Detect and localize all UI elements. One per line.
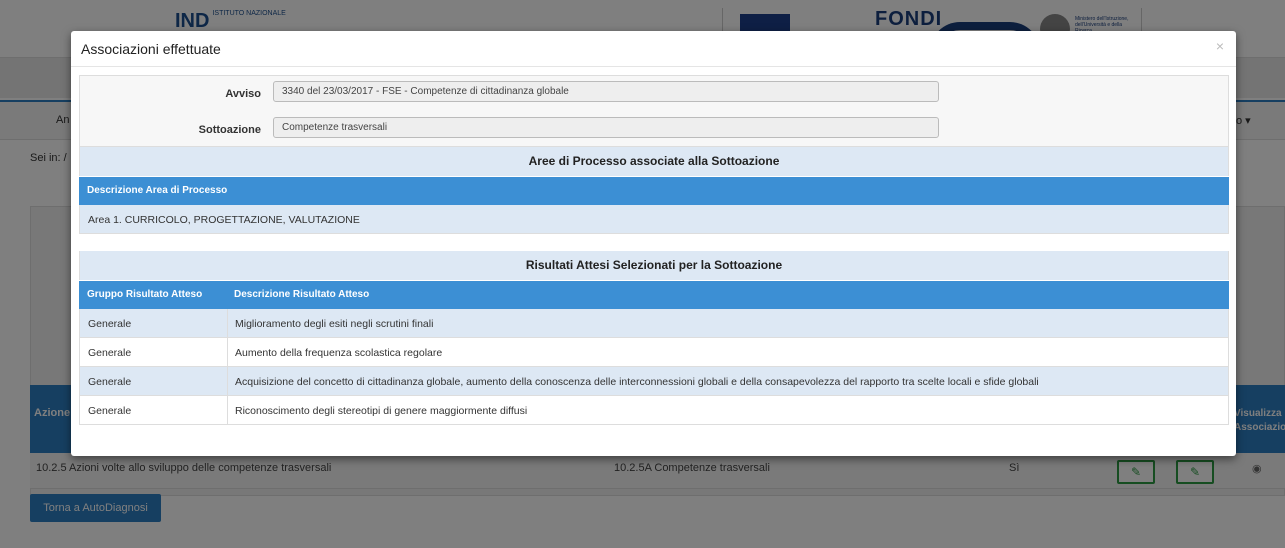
table-row: Generale Aumento della frequenza scolast… xyxy=(79,338,1229,367)
avviso-row: Avviso 3340 del 23/03/2017 - FSE - Compe… xyxy=(80,76,1230,112)
modal-header: Associazioni effettuate × xyxy=(71,31,1236,67)
column-header-descrizione: Descrizione Risultato Atteso xyxy=(234,289,370,300)
modal-title: Associazioni effettuate xyxy=(81,41,221,57)
gruppo-cell: Generale xyxy=(88,376,132,388)
gruppo-cell: Generale xyxy=(88,318,132,330)
sottoazione-field[interactable]: Competenze trasversali xyxy=(273,117,939,138)
avviso-field[interactable]: 3340 del 23/03/2017 - FSE - Competenze d… xyxy=(273,81,939,102)
descrizione-cell: Miglioramento degli esiti negli scrutini… xyxy=(235,318,434,330)
table-row: Generale Riconoscimento degli stereotipi… xyxy=(79,396,1229,425)
table-row: Generale Miglioramento degli esiti negli… xyxy=(79,309,1229,338)
risultati-table-header: Gruppo Risultato Atteso Descrizione Risu… xyxy=(79,281,1229,309)
aree-section-title: Aree di Processo associate alla Sottoazi… xyxy=(79,147,1229,176)
close-icon[interactable]: × xyxy=(1216,38,1224,54)
gruppo-cell: Generale xyxy=(88,405,132,417)
table-row: Generale Acquisizione del concetto di ci… xyxy=(79,367,1229,396)
column-header-gruppo: Gruppo Risultato Atteso xyxy=(87,289,203,300)
area-cell: Area 1. CURRICOLO, PROGETTAZIONE, VALUTA… xyxy=(88,214,360,226)
descrizione-cell: Riconoscimento degli stereotipi di gener… xyxy=(235,405,528,417)
column-divider xyxy=(227,338,228,366)
descrizione-cell: Aumento della frequenza scolastica regol… xyxy=(235,347,443,359)
gruppo-cell: Generale xyxy=(88,347,132,359)
avviso-label: Avviso xyxy=(225,88,261,100)
column-divider xyxy=(227,396,228,424)
associazioni-modal: Associazioni effettuate × Avviso 3340 de… xyxy=(71,31,1236,456)
sottoazione-label: Sottoazione xyxy=(198,124,261,136)
sottoazione-row: Sottoazione Competenze trasversali xyxy=(80,112,1230,148)
modal-form: Avviso 3340 del 23/03/2017 - FSE - Compe… xyxy=(79,75,1229,147)
risultati-section-title: Risultati Attesi Selezionati per la Sott… xyxy=(79,251,1229,280)
column-divider xyxy=(227,367,228,395)
descrizione-cell: Acquisizione del concetto di cittadinanz… xyxy=(235,376,1039,388)
table-row: Area 1. CURRICOLO, PROGETTAZIONE, VALUTA… xyxy=(79,205,1229,234)
column-header-area: Descrizione Area di Processo xyxy=(87,185,228,196)
aree-table-header: Descrizione Area di Processo xyxy=(79,177,1229,205)
column-divider xyxy=(227,309,228,337)
